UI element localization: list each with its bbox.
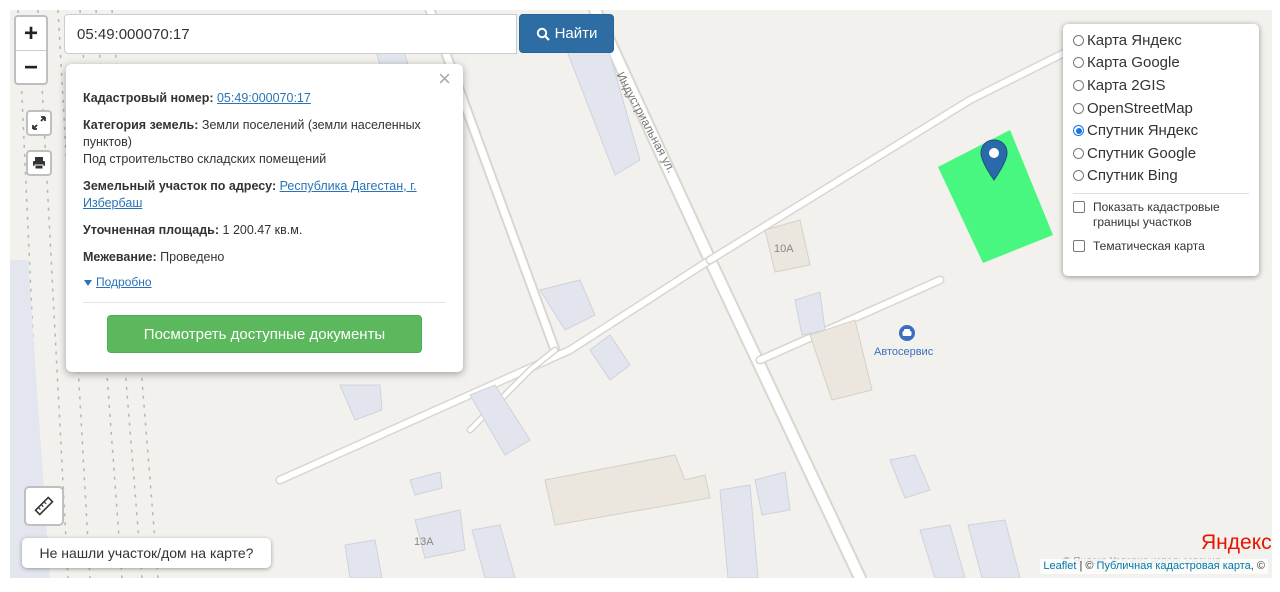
survey-label: Межевание: (83, 250, 157, 264)
layer-option-label: Карта Google (1087, 54, 1180, 72)
zoom-in-button[interactable]: + (16, 17, 46, 51)
zoom-control: + − (14, 15, 48, 85)
layer-option[interactable]: Спутник Google (1073, 142, 1249, 165)
yandex-logo: Яндекс (1201, 531, 1272, 554)
details-label: Подробно (96, 275, 152, 289)
measure-button[interactable] (24, 486, 64, 526)
ruler-icon (34, 496, 54, 516)
details-toggle[interactable]: Подробно (83, 274, 446, 291)
radio-icon[interactable] (1073, 79, 1084, 91)
caret-down-icon (84, 279, 92, 286)
checkbox-cadastral-borders[interactable]: Показать кадастровые границы участков (1073, 200, 1249, 230)
layer-option-label: OpenStreetMap (1087, 99, 1193, 117)
search-input[interactable]: 05:49:000070:17 (64, 14, 517, 54)
leaflet-link[interactable]: Leaflet (1043, 560, 1076, 572)
attribution-tail: , © (1250, 560, 1265, 572)
layer-option[interactable]: Карта Google (1073, 52, 1249, 75)
expand-icon (32, 116, 46, 130)
address-label: Земельный участок по адресу: (83, 179, 277, 193)
layers-control: Карта Яндекс Карта Google Карта 2GIS OpenSt… (1063, 24, 1259, 276)
area-value: 1 200.47 кв.м. (222, 223, 303, 237)
layer-option-label: Спутник Яндекс (1087, 122, 1199, 140)
divider (1073, 193, 1249, 195)
layer-option[interactable]: Карта Яндекс (1073, 29, 1249, 52)
layer-option[interactable]: Спутник Яндекс (1073, 119, 1249, 142)
find-button[interactable]: Найти (519, 14, 614, 53)
view-documents-button[interactable]: Посмотреть доступные документы (107, 315, 422, 353)
layer-option[interactable]: OpenStreetMap (1073, 97, 1249, 120)
checkbox-icon[interactable] (1073, 240, 1085, 253)
fullscreen-button[interactable] (26, 110, 52, 136)
layer-option-label: Карта Яндекс (1087, 31, 1182, 49)
survey-value: Проведено (160, 250, 225, 264)
radio-icon[interactable] (1073, 34, 1084, 46)
car-service-icon[interactable] (899, 325, 915, 341)
cadastral-map-link[interactable]: Публичная кадастровая карта (1097, 560, 1251, 572)
zoom-out-button[interactable]: − (16, 51, 46, 84)
checkbox-label: Тематическая карта (1093, 239, 1205, 254)
cadastral-label: Кадастровый номер: (83, 91, 214, 105)
building-label-13a: 13А (414, 536, 434, 548)
divider (83, 302, 446, 303)
layer-option-label: Спутник Bing (1087, 167, 1178, 185)
radio-icon[interactable] (1073, 125, 1084, 137)
cadastral-number-link[interactable]: 05:49:000070:17 (217, 91, 311, 105)
search-icon (536, 27, 550, 41)
attribution-separator: | © (1076, 560, 1097, 572)
layer-option[interactable]: Спутник Bing (1073, 165, 1249, 188)
category-label: Категория земель: (83, 118, 199, 132)
checkbox-thematic-map[interactable]: Тематическая карта (1073, 239, 1249, 254)
checkbox-label: Показать кадастровые границы участков (1093, 200, 1220, 230)
layer-option-label: Спутник Google (1087, 144, 1197, 162)
radio-icon[interactable] (1073, 57, 1084, 69)
poi-label[interactable]: Автосервис (874, 346, 933, 358)
building-label-10a: 10А (774, 243, 794, 255)
area-label: Уточненная площадь: (83, 223, 220, 237)
radio-icon[interactable] (1073, 102, 1084, 114)
close-icon[interactable]: × (438, 68, 451, 90)
layer-option[interactable]: Карта 2GIS (1073, 74, 1249, 97)
checkbox-icon[interactable] (1073, 201, 1085, 214)
printer-icon (33, 157, 45, 170)
attribution-bar: Leaflet | © Публичная кадастровая карта,… (1040, 559, 1268, 574)
radio-icon[interactable] (1073, 147, 1084, 159)
usage-value: Под строительство складских помещений (83, 152, 327, 166)
layer-option-label: Карта 2GIS (1087, 76, 1166, 94)
find-button-label: Найти (554, 25, 598, 42)
not-found-button[interactable]: Не нашли участок/дом на карте? (22, 538, 271, 568)
radio-icon[interactable] (1073, 170, 1084, 182)
print-button[interactable] (26, 150, 52, 176)
parcel-info-popup: × Кадастровый номер: 05:49:000070:17 Кат… (66, 64, 463, 372)
